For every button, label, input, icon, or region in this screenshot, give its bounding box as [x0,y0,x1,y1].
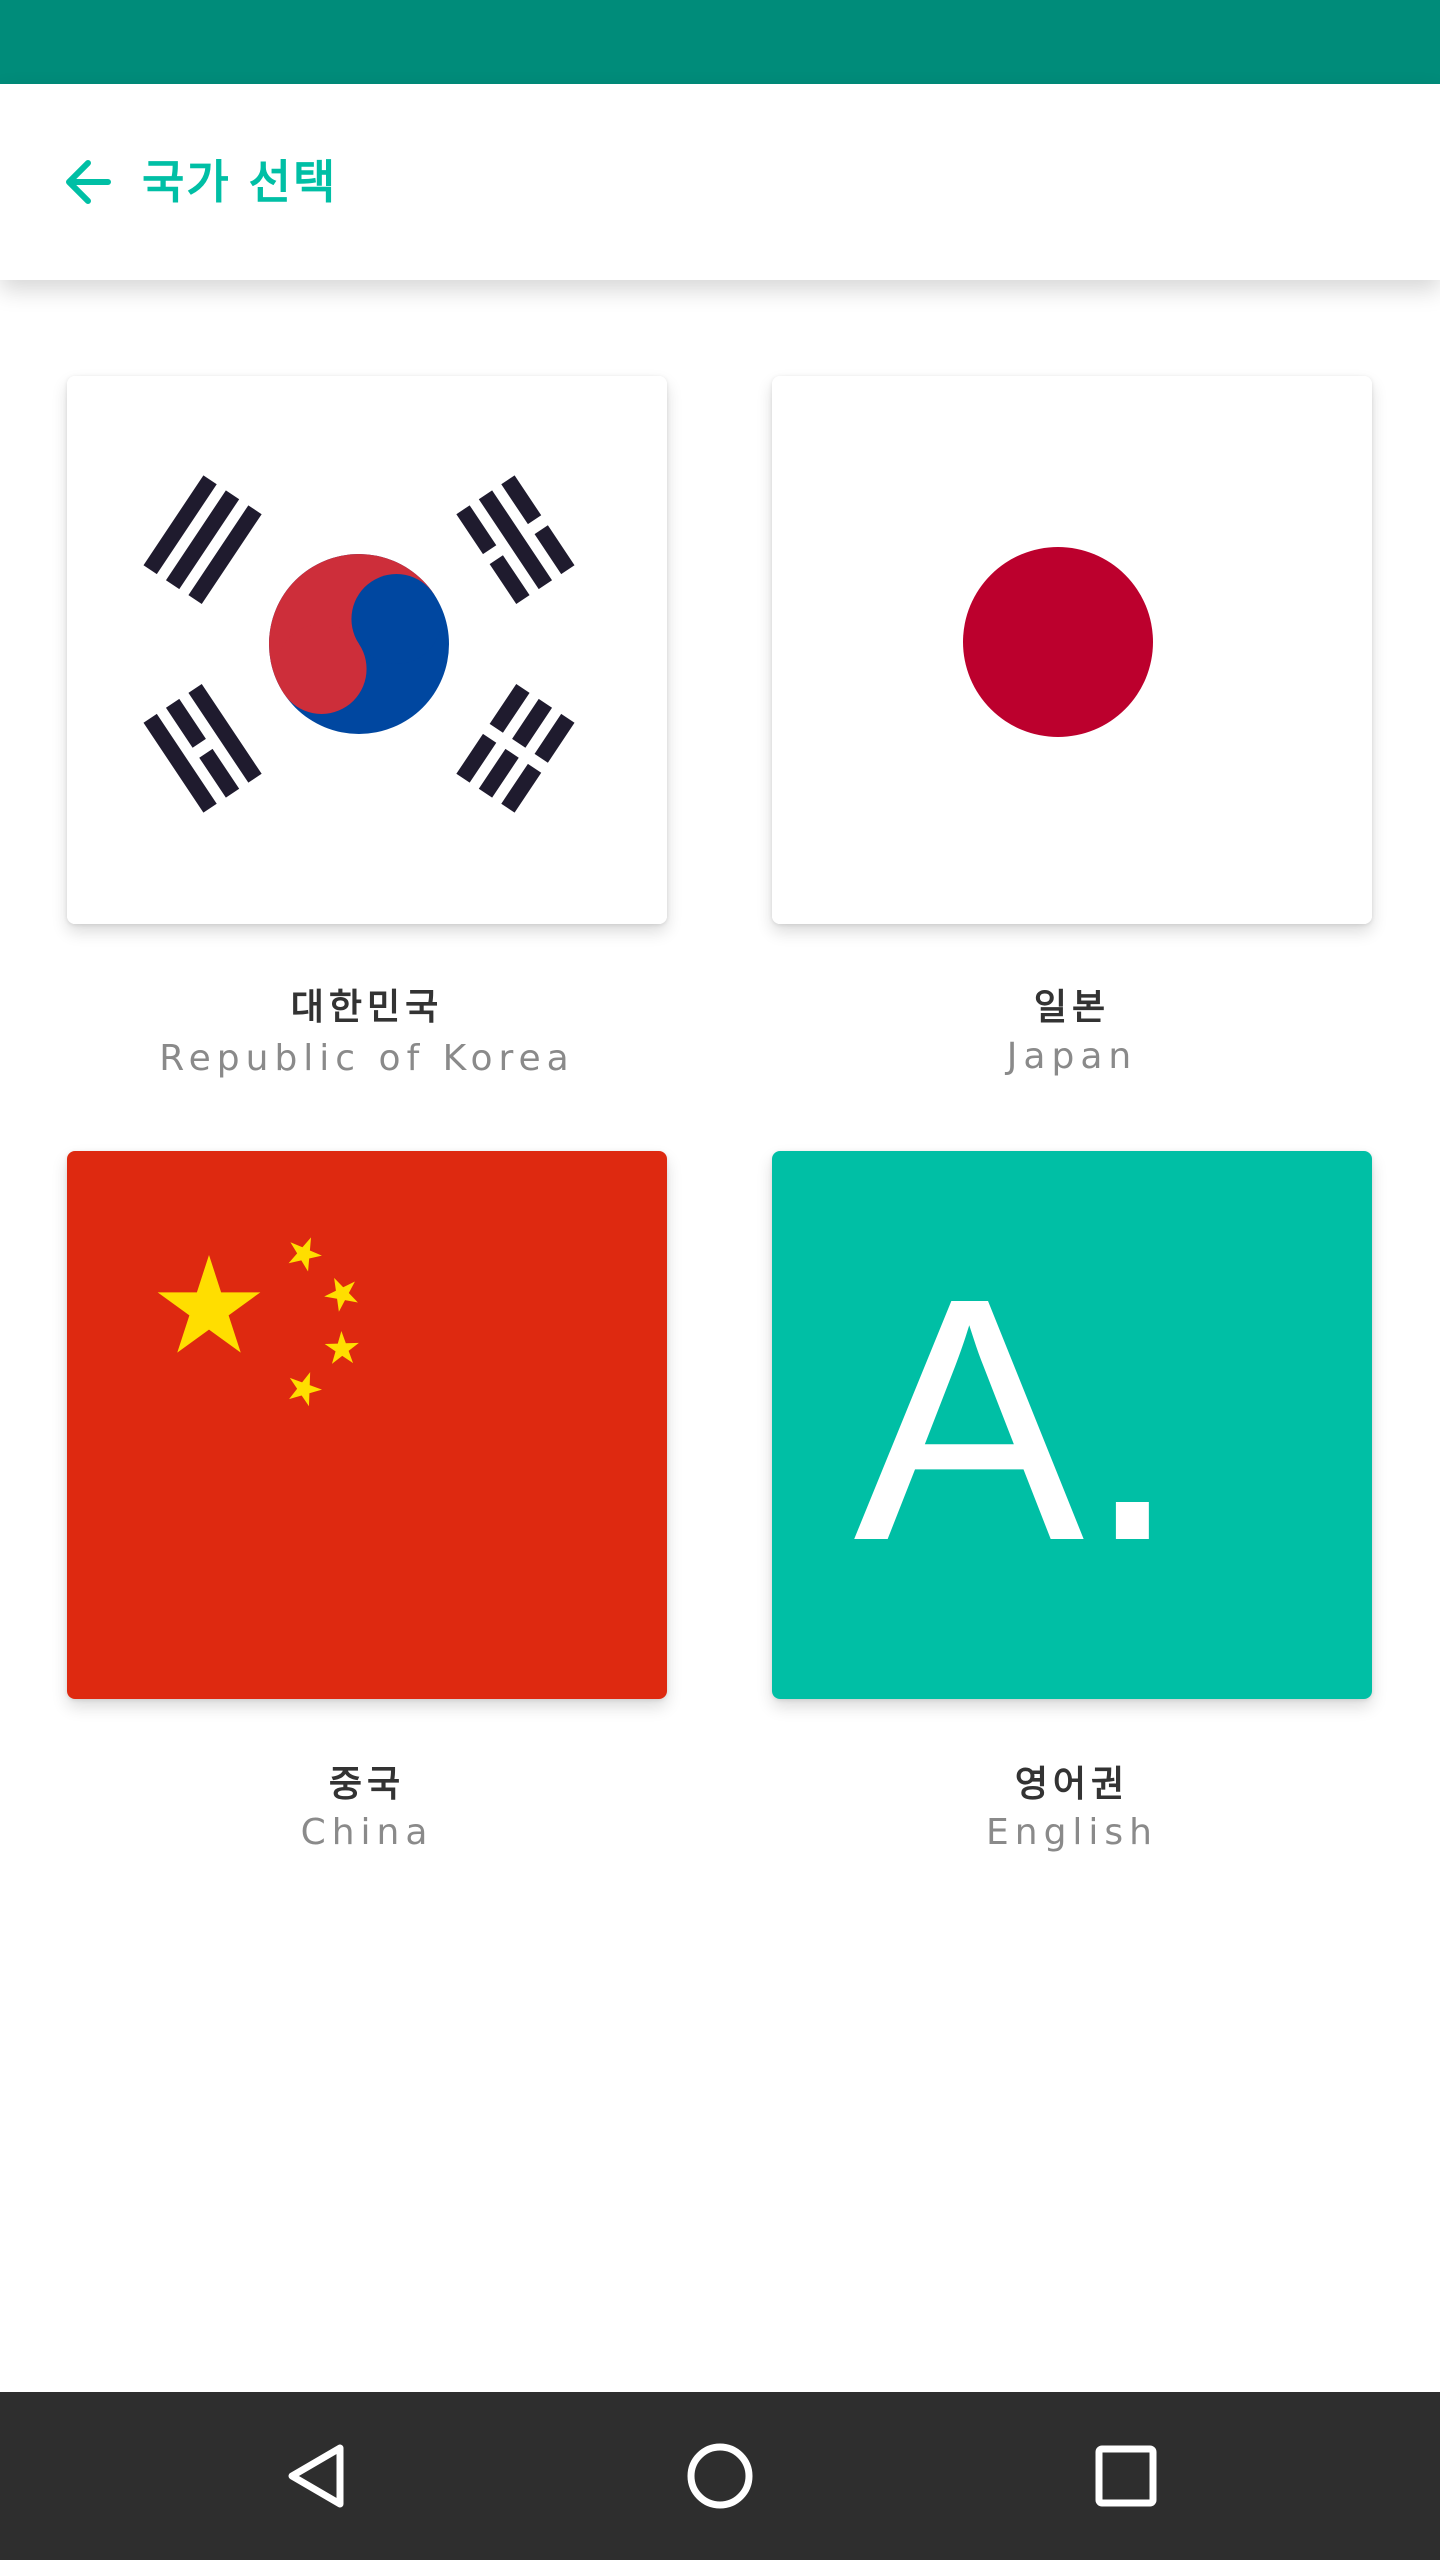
korea-flag-icon [67,376,667,924]
english-tile-letter: A. [854,1227,1181,1613]
country-subtitle-japan: Japan [1006,1036,1138,1077]
english-tile-icon: A. [772,1151,1372,1699]
japan-flag-icon [772,376,1372,924]
status-bar [0,0,1440,84]
country-subtitle-english: English [986,1812,1158,1853]
country-name-japan: 일본 [1033,987,1111,1028]
app-bar: 국가 선택 [0,84,1440,280]
arrow-back-icon [66,160,111,204]
circle-home-icon [687,2443,753,2509]
country-subtitle-korea: Republic of Korea [159,1038,575,1079]
nav-recents-button[interactable] [1076,2426,1176,2526]
square-recents-icon [1095,2445,1157,2507]
country-card-korea[interactable] [67,376,667,924]
country-name-english: 영어권 [1014,1764,1130,1805]
back-button[interactable] [56,148,124,216]
country-subtitle-china: China [300,1812,434,1853]
china-flag-icon [67,1151,667,1699]
nav-back-button[interactable] [267,2426,367,2526]
nav-home-button[interactable] [670,2426,770,2526]
page-title: 국가 선택 [142,155,338,209]
triangle-back-icon [288,2444,344,2508]
country-card-china[interactable] [67,1151,667,1699]
country-card-japan[interactable] [772,376,1372,924]
country-name-china: 중국 [328,1764,406,1805]
navigation-bar [0,2392,1440,2560]
country-name-korea: 대한민국 [290,987,444,1028]
country-card-english[interactable]: A. [772,1151,1372,1699]
